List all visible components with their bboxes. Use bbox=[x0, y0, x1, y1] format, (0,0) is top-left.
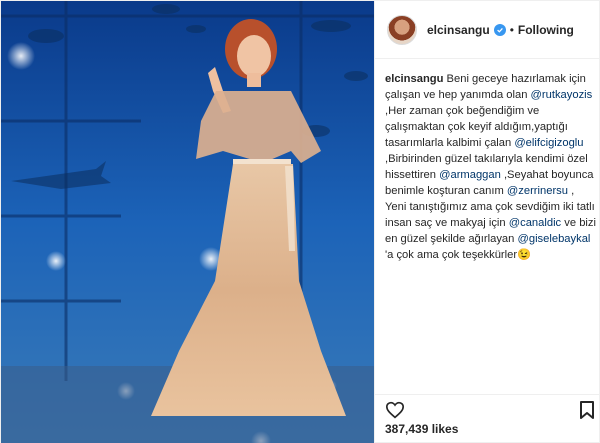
username-link[interactable]: elcinsangu bbox=[427, 23, 490, 37]
post-header: elcinsangu • Following bbox=[375, 1, 600, 59]
caption-text: 'a çok ama çok teşekkürler😉 bbox=[385, 249, 532, 261]
caption-mention-link[interactable]: @giselebaykal bbox=[517, 233, 590, 245]
caption-mention-link[interactable]: @zerrinersu bbox=[507, 185, 568, 197]
caption-mention-link[interactable]: @rutkayozis bbox=[531, 89, 593, 101]
separator-dot: • bbox=[509, 22, 514, 37]
photo-illustration bbox=[1, 1, 374, 443]
caption-mention-link[interactable]: @elifcigizoglu bbox=[514, 137, 583, 149]
bookmark-icon[interactable] bbox=[580, 401, 594, 419]
caption-mention-link[interactable]: @canaldic bbox=[509, 217, 561, 229]
post-caption: elcinsangu Beni geceye hazırlamak için ç… bbox=[385, 71, 597, 263]
action-bar bbox=[375, 394, 600, 420]
heart-icon[interactable] bbox=[385, 401, 405, 419]
caption-mention-link[interactable]: @armaggan bbox=[439, 169, 501, 181]
post-sidebar: elcinsangu • Following elcinsangu Beni g… bbox=[374, 1, 600, 443]
post-photo[interactable] bbox=[1, 1, 374, 443]
caption-author-link[interactable]: elcinsangu bbox=[385, 73, 443, 85]
likes-count[interactable]: 387,439 likes bbox=[385, 422, 458, 436]
verified-badge-icon bbox=[493, 23, 506, 36]
instagram-post: elcinsangu • Following elcinsangu Beni g… bbox=[0, 0, 600, 443]
following-button[interactable]: Following bbox=[518, 23, 574, 37]
avatar[interactable] bbox=[387, 14, 417, 45]
